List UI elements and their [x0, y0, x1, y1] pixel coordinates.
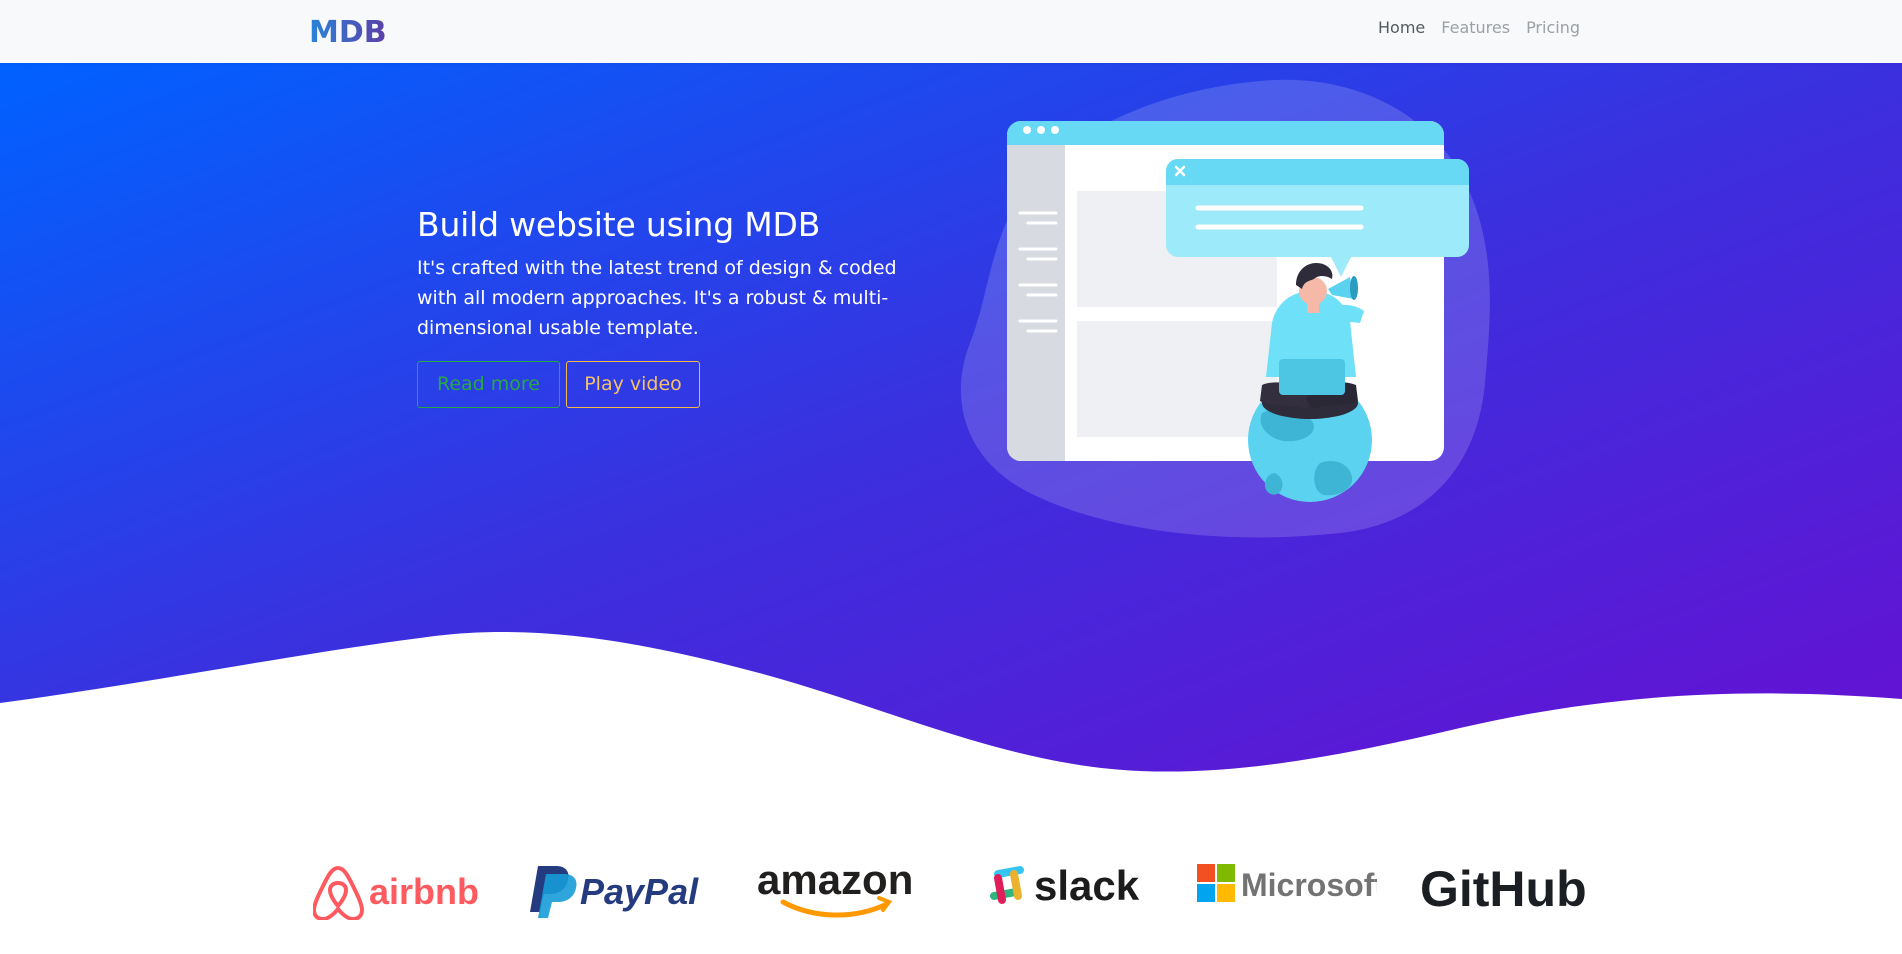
- slack-logo: slack: [990, 862, 1140, 909]
- read-more-button[interactable]: Read more: [417, 361, 560, 408]
- hero-text-block: Build website using MDB It's crafted wit…: [417, 205, 917, 408]
- nav-features[interactable]: Features: [1433, 16, 1518, 39]
- amazon-logo: amazon: [757, 858, 913, 918]
- nav-links: Home Features Pricing: [1370, 16, 1588, 39]
- hero-title: Build website using MDB: [417, 205, 821, 244]
- airbnb-logo: airbnb: [313, 865, 479, 920]
- nav-home[interactable]: Home: [1370, 16, 1433, 39]
- slack-text: slack: [1034, 862, 1140, 909]
- hero-buttons: Read more Play video: [417, 361, 917, 408]
- brand-logos: airbnb PayPal amazon slack Microsoft Git…: [0, 840, 1902, 940]
- logo-text: MDB: [309, 15, 387, 50]
- hero-section: Build website using MDB It's crafted wit…: [0, 63, 1902, 783]
- paypal-text: PayPal: [580, 871, 699, 912]
- github-text: GitHub: [1420, 861, 1587, 917]
- mdb-logo[interactable]: MDB: [309, 10, 389, 50]
- hero-illustration: [960, 79, 1490, 538]
- hero-description: It's crafted with the latest trend of de…: [417, 257, 897, 339]
- play-video-button[interactable]: Play video: [566, 361, 700, 408]
- github-logo: GitHub: [1420, 861, 1587, 917]
- amazon-text: amazon: [757, 858, 913, 903]
- microsoft-logo: Microsoft: [1197, 864, 1377, 903]
- airbnb-text: airbnb: [369, 871, 479, 912]
- paypal-logo: PayPal: [530, 866, 699, 918]
- navbar: MDB Home Features Pricing: [0, 0, 1902, 63]
- nav-pricing[interactable]: Pricing: [1518, 16, 1588, 39]
- microsoft-text: Microsoft: [1241, 867, 1377, 903]
